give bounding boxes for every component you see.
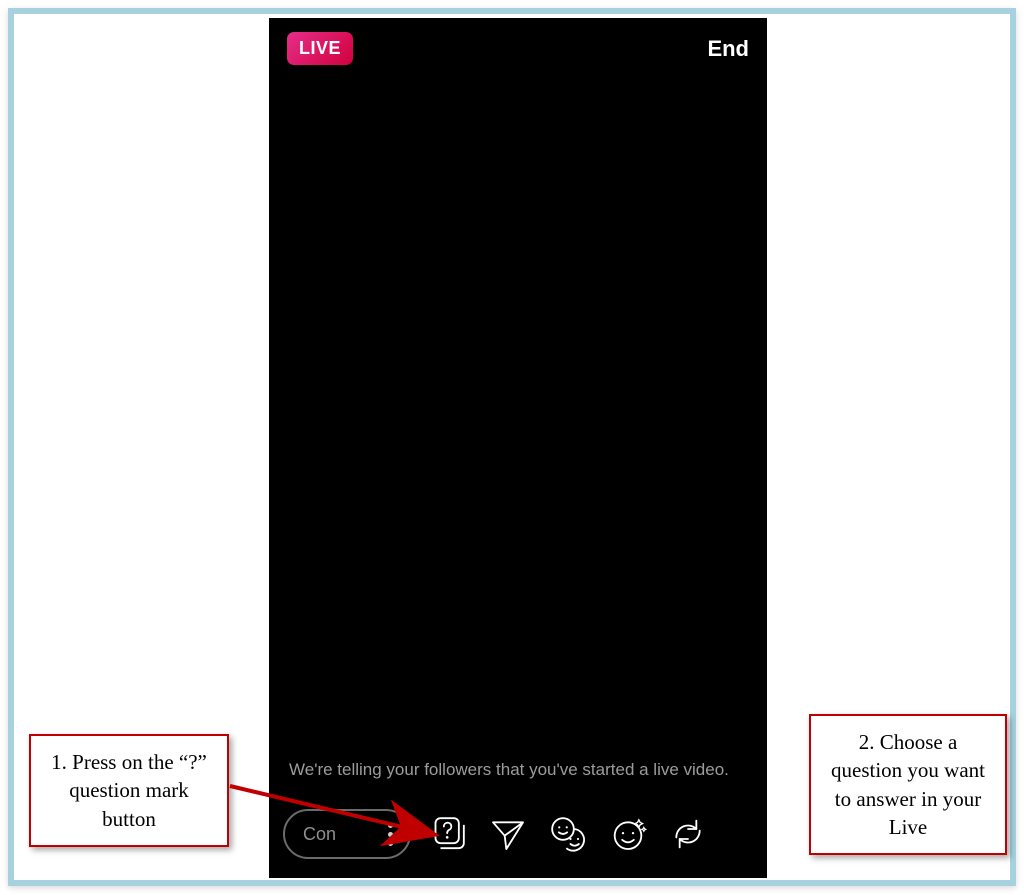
face-filters-button[interactable]: [605, 811, 651, 857]
more-options-icon[interactable]: [388, 823, 393, 846]
paper-plane-icon: [488, 814, 528, 854]
document-frame: LIVE End We're telling your followers th…: [8, 8, 1016, 886]
two-faces-icon: [548, 814, 588, 854]
callout-text: 2. Choose a question you want to answer …: [825, 728, 991, 841]
callout-step-2: 2. Choose a question you want to answer …: [809, 714, 1007, 855]
switch-camera-icon: [668, 814, 708, 854]
switch-camera-button[interactable]: [665, 811, 711, 857]
comment-input[interactable]: Con: [283, 809, 411, 859]
question-stack-icon: [428, 814, 468, 854]
live-badge: LIVE: [287, 32, 353, 65]
callout-step-1: 1. Press on the “?” question mark button: [29, 734, 229, 847]
phone-screen: LIVE End We're telling your followers th…: [269, 18, 767, 878]
invite-guest-button[interactable]: [545, 811, 591, 857]
live-topbar: LIVE End: [269, 32, 767, 65]
callout-text: 1. Press on the “?” question mark button: [45, 748, 213, 833]
questions-button[interactable]: [425, 811, 471, 857]
comment-placeholder: Con: [303, 824, 382, 845]
share-button[interactable]: [485, 811, 531, 857]
live-bottombar: Con: [269, 804, 767, 864]
end-button[interactable]: End: [707, 36, 749, 62]
face-sparkle-icon: [608, 814, 648, 854]
live-status-text: We're telling your followers that you've…: [289, 759, 747, 782]
